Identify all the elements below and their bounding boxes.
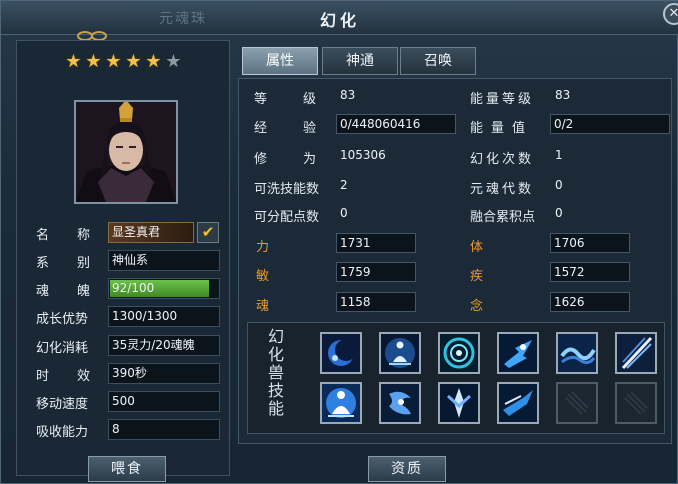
name-label: 名称: [36, 228, 90, 243]
soul-generation-label: 元魂代数: [470, 182, 535, 197]
star-rating: ★ ★ ★ ★ ★ ★: [64, 52, 183, 72]
fusion-points-value: 0: [555, 206, 563, 220]
swift-label: 疾: [470, 269, 484, 284]
level-value: 83: [340, 88, 356, 102]
growth-row: 成长优势 1300/1300: [36, 306, 220, 328]
energy-level-value: 83: [555, 88, 571, 102]
exp-value: 0/448060416: [336, 114, 456, 134]
agility-value: 1759: [336, 262, 416, 282]
feed-button[interactable]: 喂食: [88, 456, 166, 482]
speed-value: 500: [108, 391, 220, 412]
meditate-skill-icon[interactable]: [379, 332, 421, 374]
slash-skill-icon[interactable]: [615, 332, 657, 374]
name-field[interactable]: 显圣真君: [108, 222, 194, 243]
wave-skill-icon[interactable]: [556, 332, 598, 374]
soul-bar-text: 92/100: [112, 281, 155, 295]
assignable-points-value: 0: [340, 206, 348, 220]
duration-row: 时效 390秒: [36, 363, 220, 385]
fusion-points-label: 融合累积点: [470, 210, 536, 225]
transform-count-value: 1: [555, 148, 563, 162]
moon-skill-icon[interactable]: [320, 332, 362, 374]
window-title: 幻化: [319, 11, 360, 30]
washable-skills-value: 2: [340, 178, 348, 192]
star-filled-icon: ★: [125, 51, 142, 72]
duration-value: 390秒: [108, 363, 220, 384]
exp-label: 经验: [254, 121, 316, 136]
soul-row: 魂魄 92/100: [36, 278, 220, 300]
empty-slot-icon[interactable]: [615, 382, 657, 424]
tab-summon[interactable]: 召唤: [400, 47, 476, 75]
assignable-points-label: 可分配点数: [254, 210, 320, 225]
confirm-check-icon[interactable]: ✔: [197, 222, 219, 243]
skills-title: 幻 化 兽 技 能: [267, 327, 284, 418]
storm-skill-icon[interactable]: [379, 382, 421, 424]
buddha-skill-icon[interactable]: [320, 382, 362, 424]
absorb-row: 吸收能力 8: [36, 419, 220, 441]
name-row: 名称 显圣真君 ✔: [36, 222, 220, 244]
strength-value: 1731: [336, 233, 416, 253]
star-filled-icon: ★: [65, 51, 82, 72]
agility-label: 敏: [256, 269, 270, 284]
washable-skills-label: 可洗技能数: [254, 182, 320, 197]
star-filled-icon: ★: [85, 51, 102, 72]
absorb-value: 8: [108, 419, 220, 440]
type-label: 系别: [36, 256, 90, 271]
soul-stat-label: 魂: [256, 299, 270, 314]
aptitude-button[interactable]: 资质: [368, 456, 446, 482]
transform-count-label: 幻化次数: [470, 152, 535, 167]
empty-slot-icon[interactable]: [556, 382, 598, 424]
soul-stat-value: 1158: [336, 292, 416, 312]
close-icon[interactable]: ✕: [663, 3, 678, 25]
spirit-skill-icon[interactable]: [438, 382, 480, 424]
growth-value: 1300/1300: [108, 306, 220, 327]
character-portrait: [74, 100, 178, 204]
cultivation-label: 修为: [254, 152, 316, 167]
strike-skill-icon[interactable]: [497, 382, 539, 424]
growth-label: 成长优势: [36, 312, 89, 327]
level-label: 等级: [254, 92, 316, 107]
soul-generation-value: 0: [555, 178, 563, 192]
absorb-label: 吸收能力: [36, 425, 89, 440]
strength-label: 力: [256, 240, 270, 255]
cost-label: 幻化消耗: [36, 341, 89, 356]
dash-skill-icon[interactable]: [497, 332, 539, 374]
swift-value: 1572: [550, 262, 630, 282]
speed-row: 移动速度 500: [36, 391, 220, 413]
vortex-skill-icon[interactable]: [438, 332, 480, 374]
cost-value: 35灵力/20魂魄: [108, 335, 220, 356]
soul-label: 魂魄: [36, 284, 90, 299]
soul-bar: 92/100: [108, 278, 220, 299]
body-value: 1706: [550, 233, 630, 253]
body-label: 体: [470, 240, 484, 255]
type-row: 系别 神仙系: [36, 250, 220, 272]
type-value: 神仙系: [108, 250, 220, 271]
energy-value-label: 能量值: [470, 121, 534, 136]
tab-attributes[interactable]: 属性: [242, 47, 318, 75]
speed-label: 移动速度: [36, 397, 89, 412]
warrior-portrait-icon: [76, 102, 176, 202]
star-filled-icon: ★: [145, 51, 162, 72]
duration-label: 时效: [36, 369, 90, 384]
star-empty-icon: ★: [165, 51, 182, 72]
energy-value-value: 0/2: [550, 114, 670, 134]
star-filled-icon: ★: [105, 51, 122, 72]
mind-label: 念: [470, 299, 484, 314]
energy-level-label: 能量等级: [470, 92, 535, 107]
mind-value: 1626: [550, 292, 630, 312]
tab-powers[interactable]: 神通: [322, 47, 398, 75]
cost-row: 幻化消耗 35灵力/20魂魄: [36, 335, 220, 357]
cultivation-value: 105306: [340, 148, 386, 162]
